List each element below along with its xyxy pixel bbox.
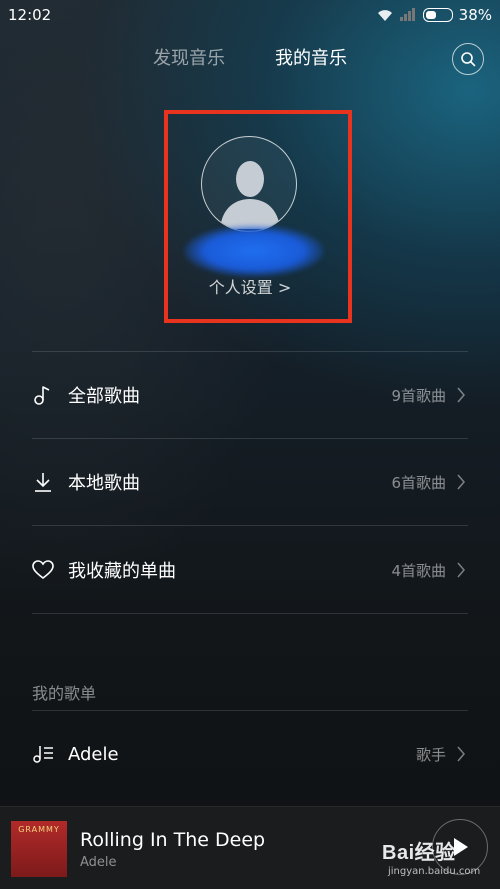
local-songs-row[interactable]: 本地歌曲 6首歌曲 [32, 462, 468, 502]
wifi-icon [377, 10, 392, 21]
playlist-icon [32, 743, 54, 765]
local-songs-count: 6首歌曲 [391, 473, 446, 492]
chevron-right-icon [457, 746, 465, 762]
signal-icon [399, 8, 415, 21]
heart-icon [32, 559, 54, 581]
album-art[interactable]: GRAMMY [11, 821, 67, 877]
favorite-songs-label: 我收藏的单曲 [68, 561, 176, 582]
playlist-meta: 歌手 [415, 745, 446, 764]
my-playlists-title: 我的歌单 [32, 684, 97, 703]
all-songs-count: 9首歌曲 [391, 386, 446, 405]
album-art-text: GRAMMY [18, 825, 60, 834]
favorite-songs-count: 4首歌曲 [391, 561, 446, 580]
download-icon [32, 471, 54, 493]
chevron-right-icon [457, 387, 465, 403]
top-tabs: 发现音乐 我的音乐 [0, 44, 500, 76]
chevron-right-icon [457, 562, 465, 578]
search-icon [461, 52, 476, 67]
track-artist: Adele [80, 855, 117, 870]
divider [32, 351, 468, 352]
chevron-right-icon [457, 474, 465, 490]
divider [32, 438, 468, 439]
tab-my-music[interactable]: 我的音乐 [275, 44, 347, 76]
status-icons: 38% [377, 6, 492, 24]
favorite-songs-row[interactable]: 我收藏的单曲 4首歌曲 [32, 550, 468, 590]
tab-discover-music[interactable]: 发现音乐 [153, 44, 225, 76]
divider [32, 525, 468, 526]
search-button[interactable] [452, 43, 484, 75]
playlist-label: Adele [68, 743, 119, 765]
battery-icon [422, 8, 453, 22]
clock: 12:02 [8, 6, 52, 24]
watermark-logo: Bai经验 [382, 842, 456, 864]
highlight-box [164, 110, 352, 323]
all-songs-row[interactable]: 全部歌曲 9首歌曲 [32, 375, 468, 415]
playlist-row-adele[interactable]: Adele 歌手 [32, 734, 468, 774]
divider [32, 613, 468, 614]
all-songs-label: 全部歌曲 [68, 386, 140, 407]
divider [32, 710, 468, 711]
track-title: Rolling In The Deep [80, 829, 266, 851]
local-songs-label: 本地歌曲 [68, 473, 140, 494]
battery-level: 38% [458, 6, 492, 24]
music-note-icon [32, 384, 54, 406]
status-bar: 12:02 38% [0, 0, 500, 30]
watermark-url: jingyan.baidu.com [388, 866, 481, 877]
